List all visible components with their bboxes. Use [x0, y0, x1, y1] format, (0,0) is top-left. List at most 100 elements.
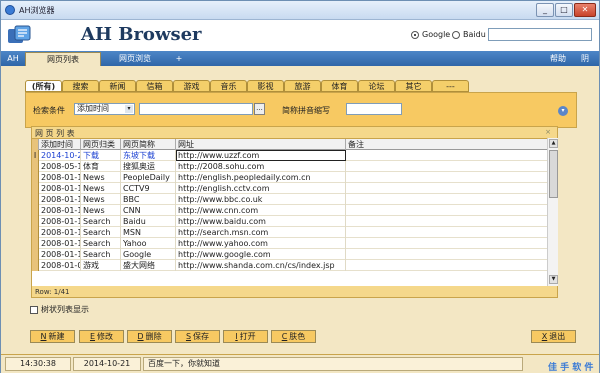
category-music[interactable]: 音乐 — [210, 80, 247, 92]
row-url[interactable]: http://www.cnn.com — [176, 205, 346, 216]
row-url[interactable]: http://search.msn.com — [176, 227, 346, 238]
table-row[interactable]: 2008-01-1 News PeopleDaily http://english.p… — [32, 172, 547, 183]
row-note[interactable] — [346, 172, 547, 183]
row-header[interactable] — [32, 172, 39, 183]
edit-button[interactable]: E 修改 — [79, 330, 124, 343]
column-short-name[interactable]: 网页简称 — [121, 139, 176, 150]
engine-google[interactable]: Google — [411, 30, 450, 39]
row-short-name[interactable]: Baidu — [121, 216, 176, 227]
scroll-up-icon[interactable]: ▲ — [549, 139, 558, 148]
row-added-time[interactable]: 2008-05-1 — [39, 161, 81, 172]
row-added-time[interactable]: 2008-01-0 — [39, 260, 81, 271]
help-button[interactable]: 帮助 — [544, 52, 572, 66]
row-added-time[interactable]: 2008-01-1 — [39, 172, 81, 183]
table-row[interactable]: 2008-01-1 Search Yahoo http://www.yahoo.com — [32, 238, 547, 249]
row-category[interactable]: Search — [81, 238, 121, 249]
table-row[interactable]: 2008-01-1 News CNN http://www.cnn.com — [32, 205, 547, 216]
row-category[interactable]: News — [81, 205, 121, 216]
pinyin-input[interactable] — [346, 103, 402, 115]
row-added-time[interactable]: 2008-01-1 — [39, 205, 81, 216]
row-note[interactable] — [346, 150, 547, 161]
row-added-time[interactable]: 2008-01-1 — [39, 249, 81, 260]
table-row[interactable]: 2008-05-1 体育 搜狐奥运 http://2008.sohu.com — [32, 161, 547, 172]
row-short-name[interactable]: 东坡下载 — [121, 150, 176, 161]
category-other[interactable]: 其它 — [395, 80, 432, 92]
row-header[interactable] — [32, 249, 39, 260]
row-header[interactable] — [32, 227, 39, 238]
row-category[interactable]: 体育 — [81, 161, 121, 172]
row-url[interactable]: http://www.bbc.co.uk — [176, 194, 346, 205]
row-url[interactable]: http://english.peopledaily.com.cn — [176, 172, 346, 183]
category-news[interactable]: 新闻 — [99, 80, 136, 92]
row-category[interactable]: Search — [81, 227, 121, 238]
row-header[interactable] — [32, 260, 39, 271]
maximize-button[interactable]: □ — [555, 3, 573, 17]
row-note[interactable] — [346, 183, 547, 194]
row-category[interactable]: News — [81, 183, 121, 194]
row-note[interactable] — [346, 216, 547, 227]
category-games[interactable]: 游戏 — [173, 80, 210, 92]
filter-select[interactable]: 添加时间 ▾ — [74, 103, 135, 115]
table-row[interactable]: 2008-01-1 News CCTV9 http://english.cctv.co… — [32, 183, 547, 194]
row-added-time[interactable]: 2014-10-2 — [39, 150, 81, 161]
radio-google[interactable] — [411, 30, 419, 39]
row-note[interactable] — [346, 194, 547, 205]
tree-display-checkbox[interactable] — [30, 305, 38, 314]
exit-button[interactable]: X 退出 — [531, 330, 576, 343]
row-short-name[interactable]: Google — [121, 249, 176, 260]
row-header[interactable] — [32, 216, 39, 227]
skin-color-button[interactable]: C 肤色 — [271, 330, 316, 343]
row-url[interactable]: http://www.shanda.com.cn/cs/index.jsp — [176, 260, 346, 271]
category-video[interactable]: 影视 — [247, 80, 284, 92]
row-added-time[interactable]: 2008-01-1 — [39, 227, 81, 238]
category-mail[interactable]: 信箱 — [136, 80, 173, 92]
row-added-time[interactable]: 2008-01-1 — [39, 194, 81, 205]
row-category[interactable]: News — [81, 172, 121, 183]
row-header[interactable] — [32, 238, 39, 249]
open-button[interactable]: I 打开 — [223, 330, 268, 343]
tab-web-list[interactable]: 网页列表 — [25, 52, 101, 66]
row-category[interactable]: Search — [81, 216, 121, 227]
row-note[interactable] — [346, 227, 547, 238]
row-category[interactable]: 游戏 — [81, 260, 121, 271]
column-url[interactable]: 网址 — [176, 139, 346, 150]
row-note[interactable] — [346, 161, 547, 172]
row-short-name[interactable]: Yahoo — [121, 238, 176, 249]
row-category[interactable]: News — [81, 194, 121, 205]
collapse-icon[interactable]: ▾ — [558, 106, 568, 116]
row-url[interactable]: http://english.cctv.com — [176, 183, 346, 194]
vertical-scrollbar[interactable]: ▲ ▼ — [547, 138, 558, 286]
row-header[interactable] — [32, 194, 39, 205]
search-input[interactable] — [488, 28, 592, 41]
delete-button[interactable]: D 删除 — [127, 330, 172, 343]
new-button[interactable]: N 新建 — [30, 330, 75, 343]
column-note[interactable]: 备注 — [346, 139, 547, 150]
row-added-time[interactable]: 2008-01-1 — [39, 216, 81, 227]
new-tab-button[interactable]: + — [171, 52, 187, 66]
radio-baidu[interactable] — [452, 30, 460, 39]
row-note[interactable] — [346, 249, 547, 260]
category-forum[interactable]: 论坛 — [358, 80, 395, 92]
category-travel[interactable]: 旅游 — [284, 80, 321, 92]
row-added-time[interactable]: 2008-01-1 — [39, 238, 81, 249]
row-url[interactable]: http://2008.sohu.com — [176, 161, 346, 172]
column-added-time[interactable]: 添加时间 — [39, 139, 81, 150]
category-all[interactable]: (所有) — [25, 80, 62, 92]
close-button[interactable]: ✕ — [574, 3, 596, 17]
row-category[interactable]: 下载 — [81, 150, 121, 161]
row-added-time[interactable]: 2008-01-1 — [39, 183, 81, 194]
filter-input[interactable] — [139, 103, 253, 115]
scroll-down-icon[interactable]: ▼ — [549, 275, 558, 284]
minimize-button[interactable]: _ — [536, 3, 554, 17]
row-header[interactable] — [32, 161, 39, 172]
row-url[interactable]: http://www.yahoo.com — [176, 238, 346, 249]
row-url[interactable]: http://www.uzzf.com — [176, 150, 346, 161]
table-row[interactable]: 2008-01-1 Search Google http://www.google.c… — [32, 249, 547, 260]
browse-button[interactable]: ... — [254, 103, 265, 115]
scroll-thumb[interactable] — [549, 150, 558, 198]
panel-close-icon[interactable]: × — [545, 128, 551, 136]
row-note[interactable] — [346, 260, 547, 271]
row-short-name[interactable]: 盛大网络 — [121, 260, 176, 271]
row-short-name[interactable]: CNN — [121, 205, 176, 216]
menu-button[interactable]: 阴 — [574, 52, 596, 66]
